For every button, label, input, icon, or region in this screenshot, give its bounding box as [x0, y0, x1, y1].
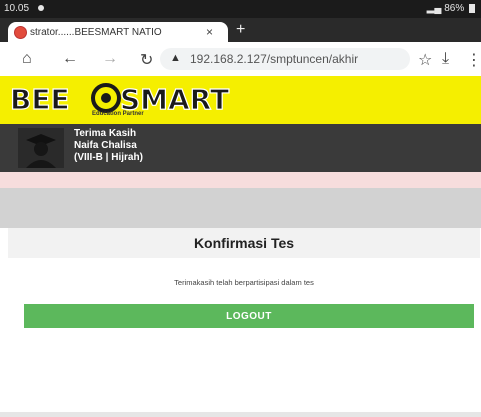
forward-icon[interactable]: → [102, 50, 118, 68]
user-info: Terima Kasih Naifa Chalisa (VIII-B | Hij… [74, 128, 143, 164]
graduate-avatar-icon [18, 128, 64, 168]
user-class: (VIII-B | Hijrah) [74, 152, 143, 163]
battery-percent: 86% [444, 3, 465, 14]
status-time: 10.05 [4, 3, 30, 14]
notification-icon [34, 3, 44, 14]
grey-band [0, 188, 481, 228]
card-header: Konfirmasi Tes [8, 228, 480, 258]
reload-icon[interactable]: ↻ [140, 50, 153, 70]
browser-tab[interactable]: strator......BEESMART NATIO × [8, 22, 228, 42]
user-panel: Terima Kasih Naifa Chalisa (VIII-B | Hij… [0, 124, 481, 172]
url-bar[interactable]: ▲ 192.168.2.127/smptuncen/akhir [160, 48, 410, 70]
beesmart-logo: BEE SMART Education Partner [8, 80, 268, 120]
thank-you-message: Terimakasih telah berpartisipasi dalam t… [174, 278, 314, 287]
alert-strip [0, 172, 481, 188]
card-title: Konfirmasi Tes [193, 235, 295, 251]
battery-icon [469, 3, 475, 13]
card-body: Terimakasih telah berpartisipasi dalam t… [8, 258, 480, 408]
back-icon[interactable]: ← [62, 50, 78, 68]
not-secure-icon[interactable]: ▲ [170, 52, 181, 64]
status-right: ▂▄ 86% [427, 3, 475, 14]
logo-subtitle: Education Partner [92, 111, 144, 117]
site-header: BEE SMART Education Partner [0, 76, 481, 124]
close-tab-icon[interactable]: × [206, 25, 213, 39]
favicon-icon [14, 26, 27, 39]
svg-text:BEE: BEE [10, 83, 70, 116]
home-icon[interactable]: ⌂ [22, 50, 32, 68]
download-icon[interactable]: ⤓ [442, 50, 449, 68]
status-bar: 10.05 ▂▄ 86% [0, 0, 481, 18]
url-text: 192.168.2.127/smptuncen/akhir [190, 52, 359, 66]
greeting-text: Terima Kasih [74, 128, 137, 139]
new-tab-icon[interactable]: + [236, 21, 245, 39]
tab-strip: strator......BEESMART NATIO × + [0, 18, 481, 42]
star-icon[interactable]: ☆ [418, 50, 432, 70]
tab-title: strator......BEESMART NATIO [30, 27, 162, 38]
logout-button[interactable]: LOGOUT [24, 304, 474, 328]
bottom-divider [0, 412, 481, 417]
signal-icon: ▂▄ [426, 3, 442, 14]
user-name: Naifa Chalisa [74, 140, 137, 151]
menu-icon[interactable]: ⋮ [466, 50, 481, 70]
browser-toolbar: ⌂ ← → ↻ ▲ 192.168.2.127/smptuncen/akhir … [0, 42, 481, 77]
